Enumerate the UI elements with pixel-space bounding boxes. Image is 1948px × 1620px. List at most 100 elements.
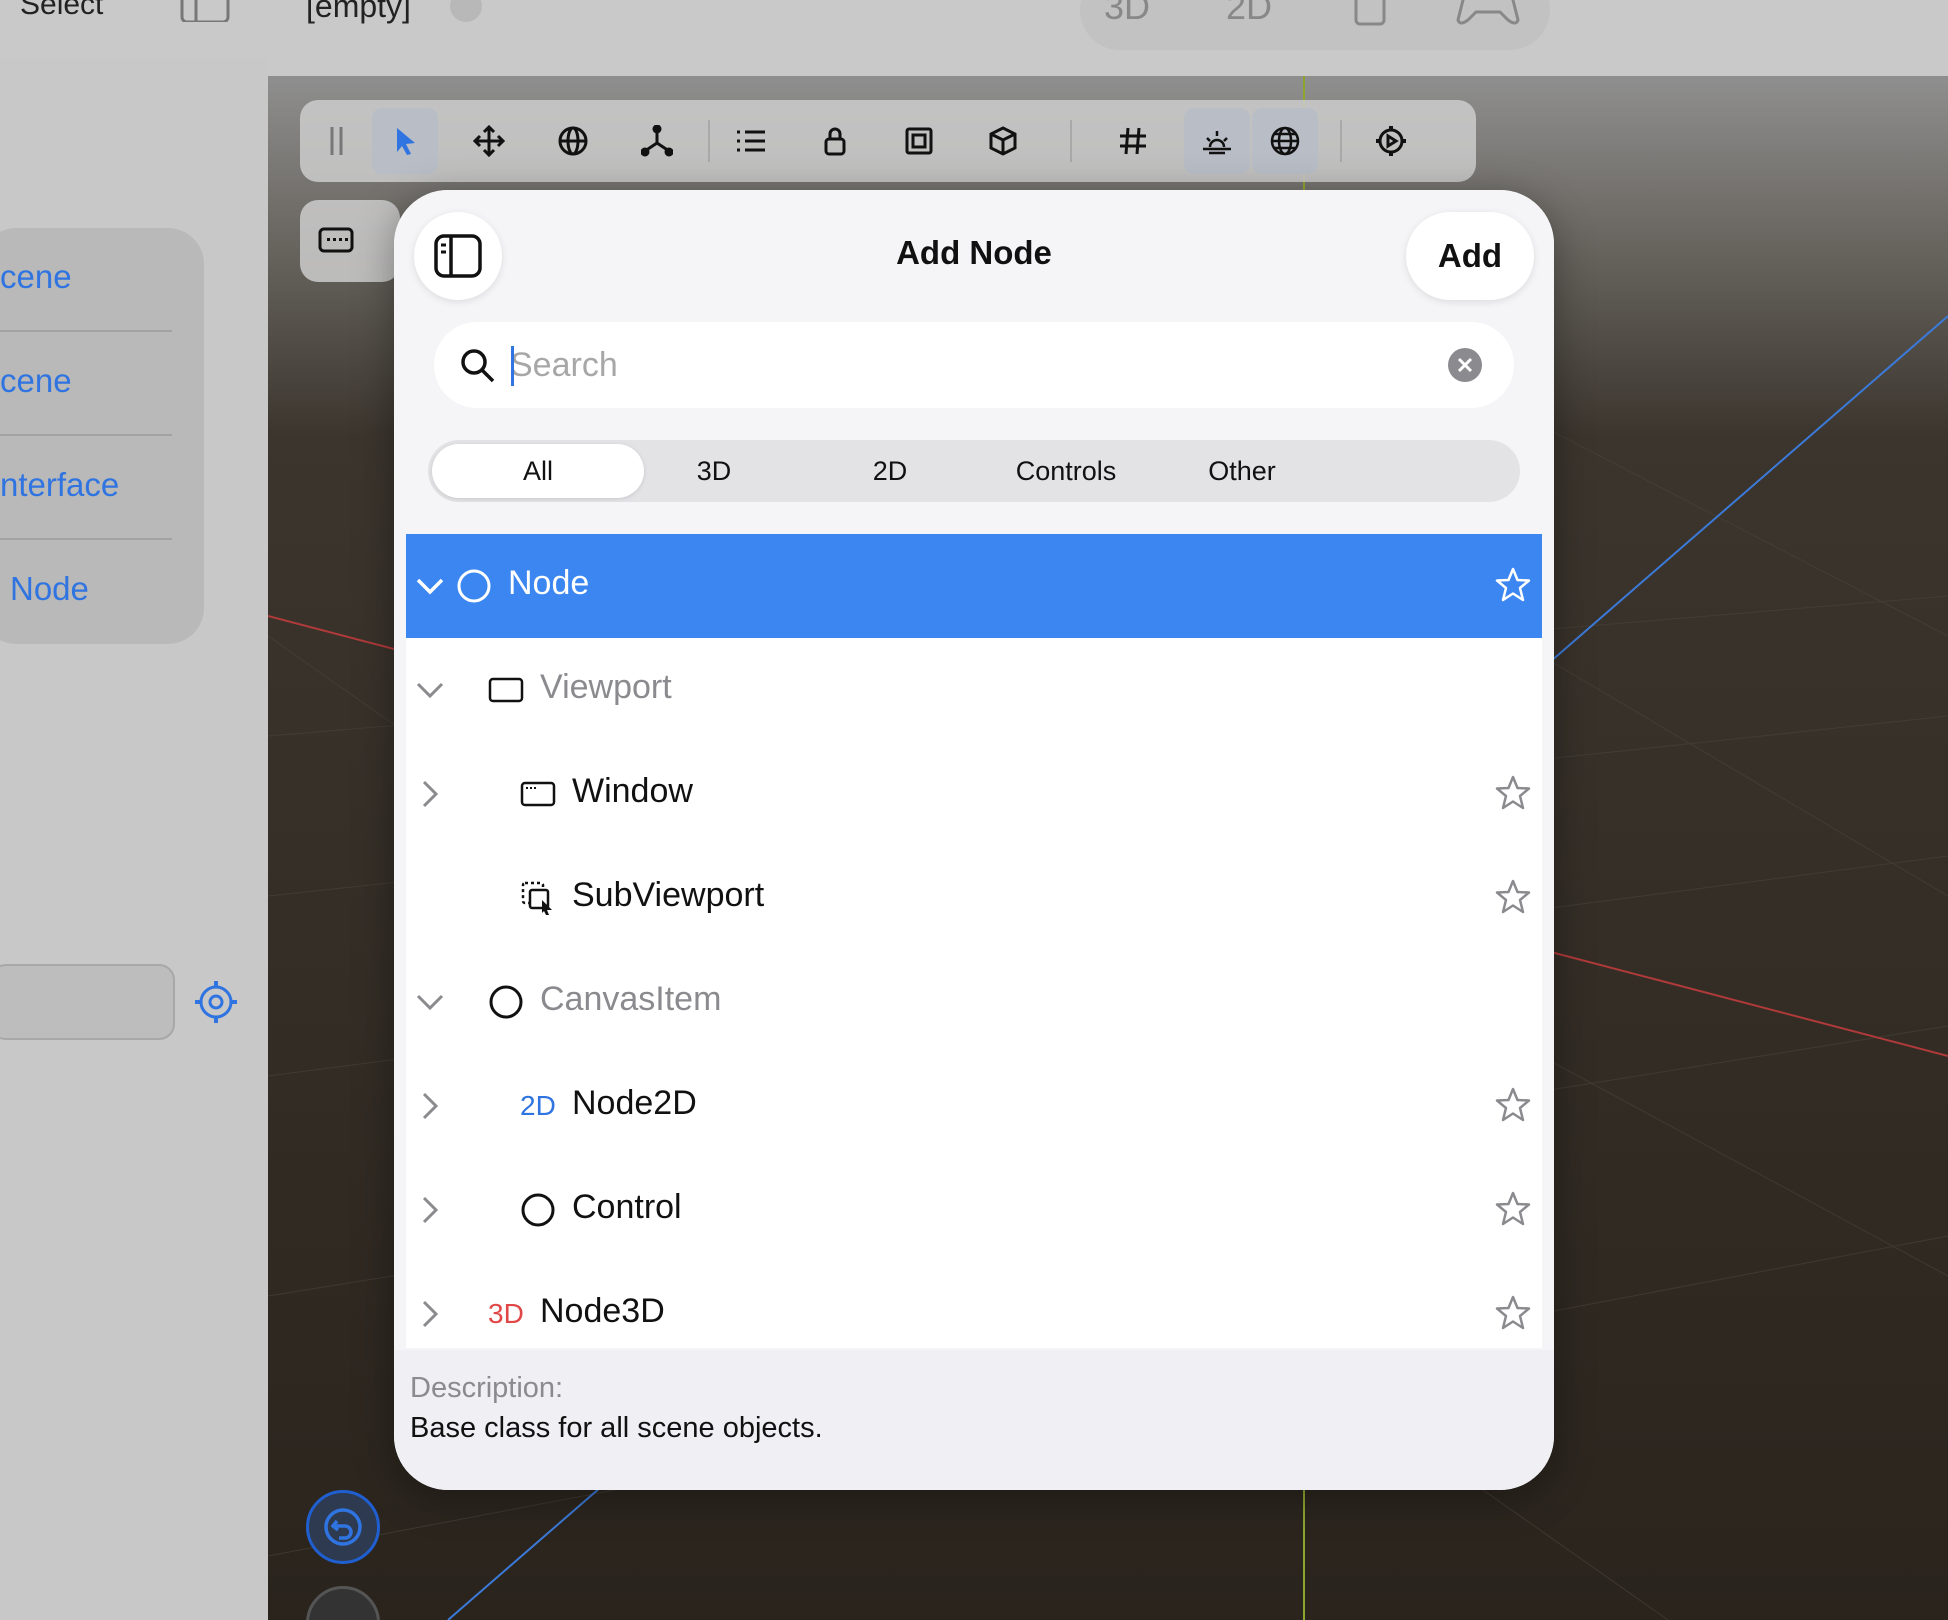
menu-item-other-node[interactable]: Node [10,570,89,608]
viewport-toolbar [300,100,1476,182]
select-tool-button[interactable] [372,108,438,174]
toolbar-separator [708,120,710,162]
gamepad-icon[interactable] [1456,0,1520,26]
environment-preview-button[interactable] [1252,108,1318,174]
rotate-tool-button[interactable] [540,108,606,174]
script-icon[interactable] [1352,0,1388,26]
tree-row-label: Viewport [540,668,672,706]
segment-other[interactable]: Other [1136,444,1348,498]
gear-icon[interactable] [192,978,240,1026]
mode-3d-button[interactable]: 3D [1104,0,1150,28]
toolbar-separator [1070,120,1072,162]
clear-search-button[interactable] [1448,348,1482,382]
description-text: Base class for all scene objects. [410,1412,823,1444]
divider [0,538,172,540]
3d-badge-icon: 3D [488,1298,524,1329]
tree-row-node[interactable]: Node [406,534,1542,638]
chevron-right-icon[interactable] [412,776,448,812]
search-input[interactable] [510,332,1410,398]
star-icon[interactable] [1494,1294,1532,1332]
tree-row-node2d[interactable]: 2D Node2D [406,1054,1542,1158]
filter-input[interactable] [0,964,175,1040]
mesh-button[interactable] [970,108,1036,174]
star-icon[interactable] [1494,1190,1532,1228]
dialog-header: Add Node Add [394,190,1554,320]
tree-row-label: SubViewport [572,876,765,914]
star-icon[interactable] [1494,878,1532,916]
close-icon [1457,357,1473,373]
sidebar-panel-icon[interactable] [180,0,230,22]
description-label: Description: [410,1372,564,1404]
scene-picker[interactable]: [empty] [306,0,411,25]
select-button[interactable]: Select [20,0,103,22]
text-cursor [511,346,514,386]
circle-icon [521,1193,555,1227]
add-node-dialog: Add Node Add All 3D 2D Controls Other No… [394,190,1554,1490]
mode-2d-button[interactable]: 2D [1226,0,1272,28]
undo-icon [324,1508,362,1546]
globe-icon [1270,126,1300,156]
toolbar-separator [1340,120,1342,162]
grid-snap-button[interactable] [1100,108,1166,174]
scene-dock: cene cene nterface Node [0,58,268,1620]
divider [0,330,172,332]
star-icon[interactable] [1494,774,1532,812]
create-root-menu: cene cene nterface Node [0,228,204,644]
tree-row-label: CanvasItem [540,980,722,1018]
chevron-down-icon[interactable] [412,672,448,708]
grid-icon [1120,127,1146,155]
circle-icon [489,985,523,1019]
star-icon[interactable] [1494,1086,1532,1124]
search-field[interactable] [434,322,1514,408]
pointer-icon [397,128,415,155]
scale-icon [641,125,673,157]
tree-row-window[interactable]: Window [406,742,1542,846]
lock-icon [824,127,846,156]
tree-row-label: Node [508,564,590,602]
circle-icon [457,569,491,603]
category-segmented-control: All 3D 2D Controls Other [428,440,1520,502]
viewport-icon [488,677,524,703]
chevron-right-icon[interactable] [412,1088,448,1124]
chevron-down-icon[interactable] [412,984,448,1020]
rotate-icon [558,126,588,156]
menu-item-2d-scene[interactable]: cene [0,258,72,296]
star-icon[interactable] [1494,566,1532,604]
chevron-down-icon[interactable] [450,0,482,22]
tree-row-label: Window [572,772,693,810]
lock-button[interactable] [802,108,868,174]
dialog-title: Add Node [896,234,1052,271]
chevron-right-icon[interactable] [412,1296,448,1332]
subviewport-icon [521,881,552,915]
tree-row-control[interactable]: Control [406,1158,1542,1262]
top-bar: Select [empty] 3D 2D [0,0,1948,76]
tree-row-canvasitem[interactable]: CanvasItem [406,950,1542,1054]
viewport-toolbar-secondary [300,200,400,282]
scale-tool-button[interactable] [624,108,690,174]
tree-row-node3d[interactable]: 3D Node3D [406,1262,1542,1348]
drag-handle[interactable] [304,108,370,174]
group-icon [905,127,933,155]
sunrise-icon [1203,131,1231,155]
menu-item-3d-scene[interactable]: cene [0,362,72,400]
divider [0,434,172,436]
sun-preview-button[interactable] [1184,108,1250,174]
undo-button[interactable] [306,1490,380,1564]
tree-row-subviewport[interactable]: SubViewport [406,846,1542,950]
menu-item-user-interface[interactable]: nterface [0,466,119,504]
keyboard-icon[interactable] [318,226,354,254]
description-panel: Description: Base class for all scene ob… [394,1350,1554,1490]
list-tool-button[interactable] [718,108,784,174]
move-icon [473,125,505,157]
chevron-down-icon[interactable] [412,568,448,604]
list-icon [737,130,765,152]
tree-row-viewport[interactable]: Viewport [406,638,1542,742]
group-button[interactable] [886,108,952,174]
add-button[interactable]: Add [1406,212,1534,300]
tree-row-label: Node3D [540,1292,665,1330]
settings-button[interactable] [1358,108,1424,174]
chevron-right-icon[interactable] [412,1192,448,1228]
move-tool-button[interactable] [456,108,522,174]
tree-row-label: Node2D [572,1084,697,1122]
tree-row-label: Control [572,1188,682,1226]
